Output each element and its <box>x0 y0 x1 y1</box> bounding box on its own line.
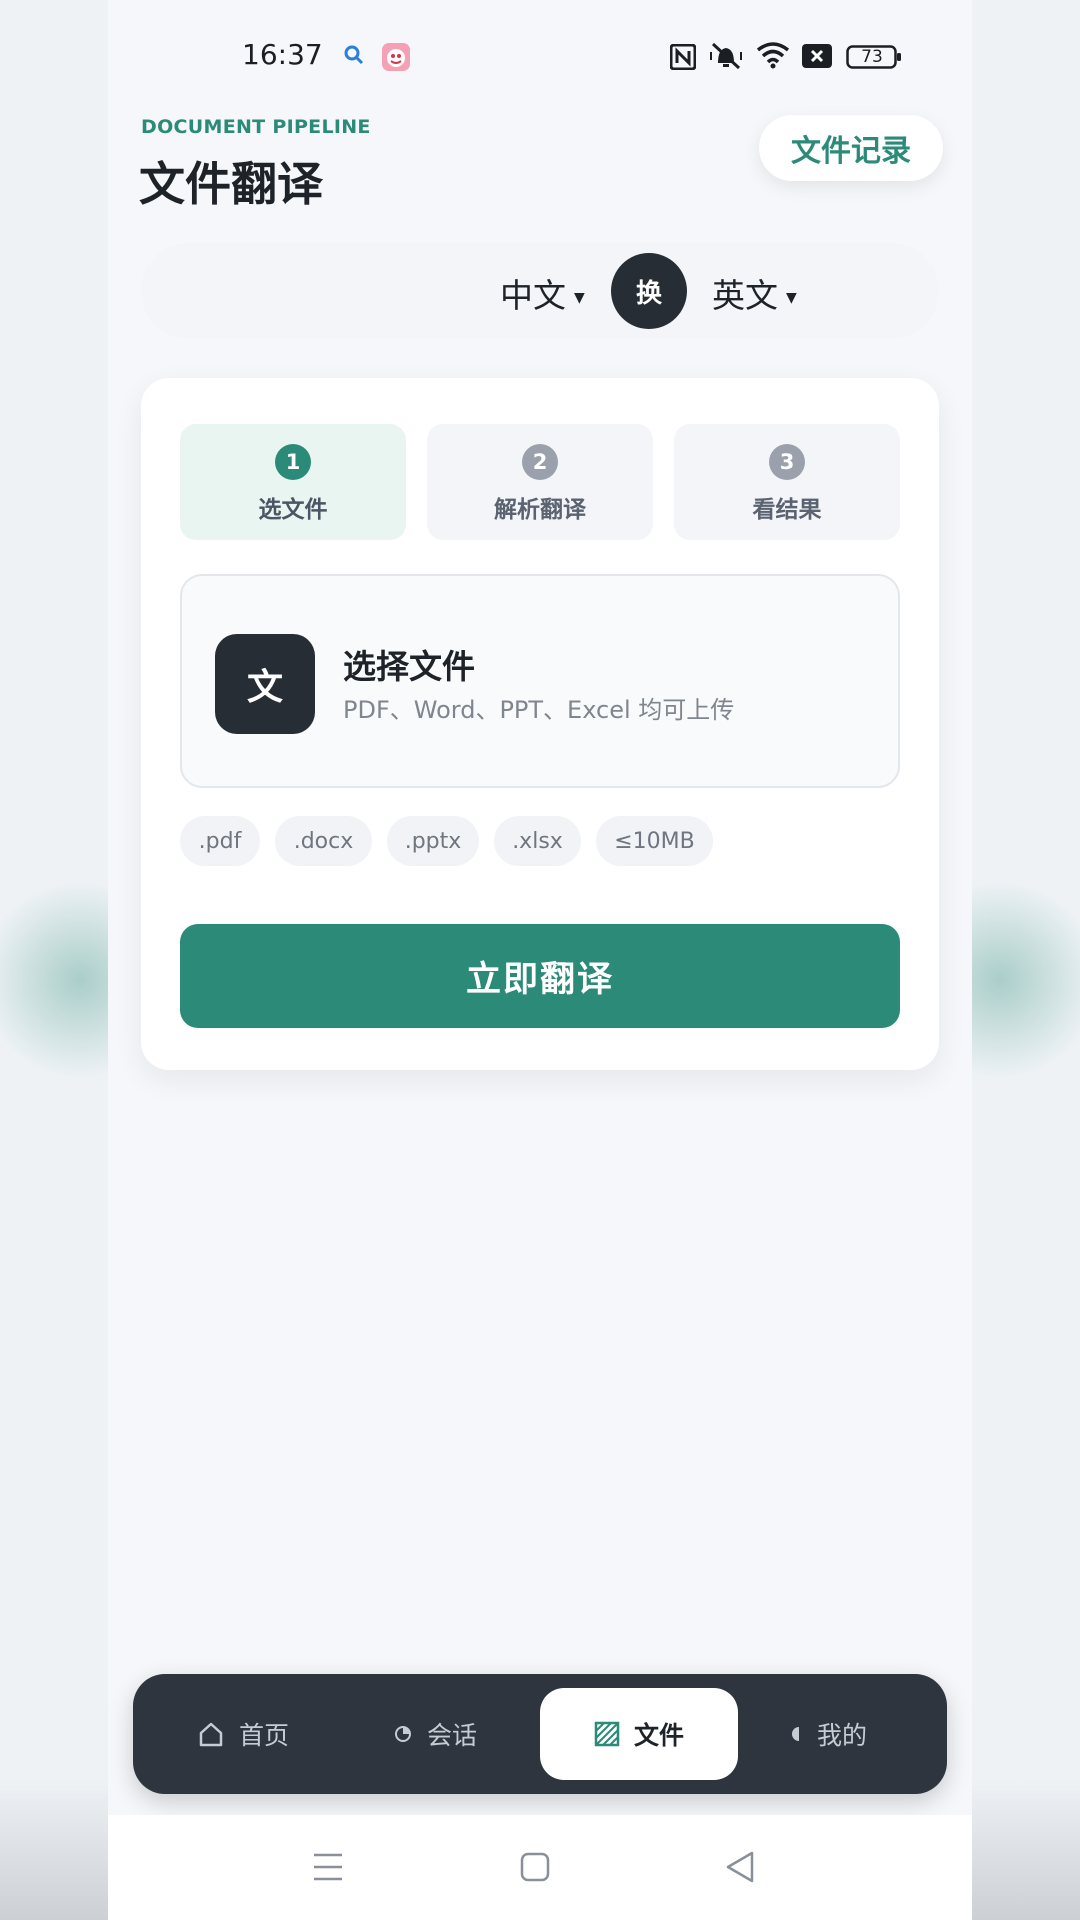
target-language-label: 英文 <box>712 276 778 315</box>
document-icon: 文 <box>215 634 315 734</box>
home-icon <box>197 1720 225 1748</box>
file-icon <box>594 1721 620 1747</box>
page-title: 文件翻译 <box>139 157 323 211</box>
status-time: 16:37 <box>242 38 323 71</box>
target-language-dropdown[interactable]: 英文 ▼ <box>712 269 797 317</box>
source-language-dropdown[interactable]: 中文 ▼ <box>500 269 585 317</box>
tab-label: 我的 <box>816 1721 867 1750</box>
file-type-chip: .docx <box>275 816 372 866</box>
tab-label: 首页 <box>238 1721 289 1750</box>
file-type-chip: .pptx <box>387 816 479 866</box>
tab-profile[interactable]: 我的 <box>747 1688 907 1780</box>
file-history-button[interactable]: 文件记录 <box>759 115 943 181</box>
system-navigation-bar <box>108 1815 972 1920</box>
profile-icon <box>787 1724 803 1744</box>
source-language-label: 中文 <box>500 276 566 315</box>
back-triangle-icon[interactable] <box>724 1849 756 1889</box>
step-select-file: 1 选文件 <box>180 424 406 540</box>
chat-icon <box>393 1724 413 1744</box>
bottom-tab-bar: 首页 会话 文件 我的 <box>133 1674 947 1794</box>
translate-now-button[interactable]: 立即翻译 <box>180 924 900 1028</box>
menu-icon[interactable] <box>312 1849 344 1889</box>
swap-language-button[interactable]: 换 <box>611 253 687 329</box>
step-number: 2 <box>522 444 558 480</box>
step-label: 选文件 <box>258 497 328 523</box>
status-bar: 16:37 73 <box>108 0 972 110</box>
battery-level: 73 <box>861 47 883 67</box>
battery-icon: 73 <box>846 45 902 73</box>
home-square-icon[interactable] <box>519 1849 551 1889</box>
file-size-limit-chip: ≤10MB <box>596 816 713 866</box>
app-screen: 16:37 73 DOCUMENT PIPELINE 文件翻译 文件记录 中文 ▼ <box>108 0 972 1920</box>
step-parse-translate: 2 解析翻译 <box>427 424 653 540</box>
step-label: 解析翻译 <box>494 497 586 523</box>
close-box-icon <box>802 44 832 72</box>
upload-title: 选择文件 <box>343 647 475 686</box>
translate-card: 1 选文件 2 解析翻译 3 看结果 文 选择文件 PDF、Word、PPT、E… <box>141 378 939 1070</box>
tab-home[interactable]: 首页 <box>163 1688 323 1780</box>
caret-down-icon: ▼ <box>574 289 585 306</box>
tab-label: 会话 <box>426 1721 477 1750</box>
upload-subtitle: PDF、Word、PPT、Excel 均可上传 <box>343 696 735 724</box>
step-number: 3 <box>769 444 805 480</box>
tab-chat[interactable]: 会话 <box>355 1688 515 1780</box>
step-number: 1 <box>275 444 311 480</box>
page-eyebrow: DOCUMENT PIPELINE <box>141 116 371 138</box>
tab-files[interactable]: 文件 <box>540 1688 738 1780</box>
caret-down-icon: ▼ <box>786 289 797 306</box>
search-icon <box>343 44 365 70</box>
file-upload-area[interactable]: 文 选择文件 PDF、Word、PPT、Excel 均可上传 <box>180 574 900 788</box>
file-type-chip: .pdf <box>180 816 260 866</box>
file-type-chip: .xlsx <box>494 816 581 866</box>
step-label: 看结果 <box>752 497 822 523</box>
nfc-icon <box>669 43 697 74</box>
app-mascot-icon <box>381 42 411 76</box>
step-view-result: 3 看结果 <box>674 424 900 540</box>
tab-label: 文件 <box>633 1721 684 1750</box>
language-selector: 中文 ▼ 换 英文 ▼ <box>141 243 939 339</box>
vibrate-mute-icon <box>708 41 744 75</box>
wifi-icon <box>756 41 790 73</box>
